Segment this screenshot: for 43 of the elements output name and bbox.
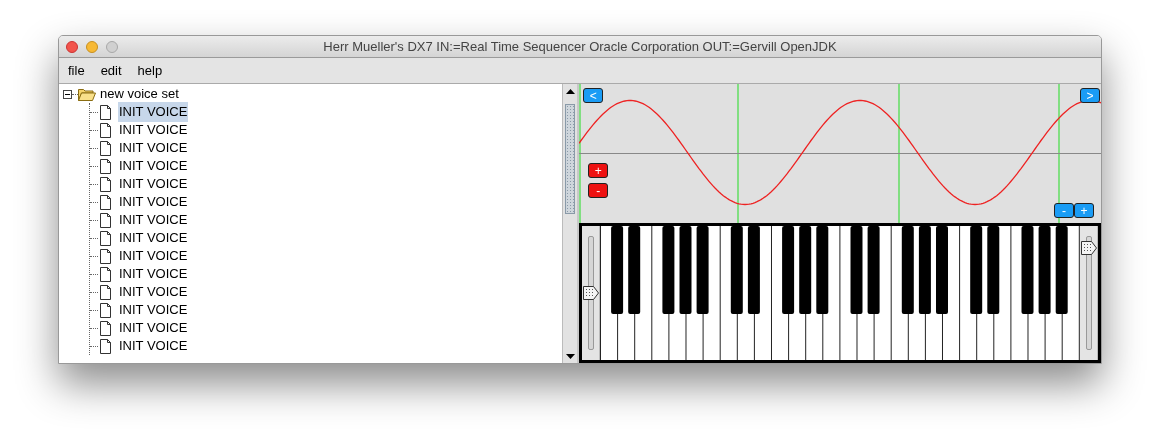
menu-item[interactable]: edit — [100, 60, 122, 81]
amplitude-down-button[interactable]: - — [588, 183, 609, 198]
tree-item[interactable]: INIT VOICE — [118, 228, 189, 248]
tree-item[interactable]: INIT VOICE — [118, 246, 189, 266]
scroll-thumb[interactable] — [565, 104, 576, 214]
document-icon — [100, 158, 111, 174]
tree-item[interactable]: INIT VOICE — [118, 156, 189, 176]
document-icon — [100, 140, 111, 156]
amplitude-up-button[interactable]: + — [588, 163, 609, 178]
menu-item[interactable]: file — [68, 60, 85, 81]
tree-item[interactable]: INIT VOICE — [118, 300, 189, 320]
tree-item[interactable]: INIT VOICE — [118, 318, 189, 338]
folder-icon — [78, 87, 96, 101]
close-button[interactable] — [66, 41, 78, 53]
document-icon — [100, 212, 111, 228]
slider-thumb[interactable] — [582, 286, 599, 300]
window-title: Herr Mueller's DX7 IN:=Real Time Sequencer Oracle Corporation OUT:=Gervill OpenJDK — [323, 37, 837, 56]
collapse-icon[interactable] — [63, 89, 72, 99]
document-icon — [100, 230, 111, 246]
slider-thumb[interactable] — [1080, 241, 1097, 256]
document-icon — [100, 176, 111, 192]
tree-root-label[interactable]: new voice set — [100, 84, 179, 104]
tree-item[interactable]: INIT VOICE — [118, 174, 189, 194]
document-icon — [100, 194, 111, 210]
document-icon — [100, 302, 111, 318]
tree-item[interactable]: INIT VOICE — [118, 282, 189, 302]
tree-item[interactable]: INIT VOICE — [118, 336, 189, 356]
tree-item[interactable]: INIT VOICE — [118, 210, 189, 230]
tree-item[interactable]: INIT VOICE — [118, 192, 189, 212]
document-icon — [100, 248, 111, 264]
document-icon — [100, 338, 111, 354]
document-icon — [100, 122, 111, 138]
tree-item[interactable]: INIT VOICE — [118, 102, 189, 122]
document-icon — [100, 320, 111, 336]
scroll-bar[interactable] — [562, 84, 578, 363]
tree-item[interactable]: INIT VOICE — [118, 138, 189, 158]
tree-item[interactable]: INIT VOICE — [118, 264, 189, 284]
document-icon — [100, 284, 111, 300]
menu-item[interactable]: help — [137, 60, 163, 81]
document-icon — [100, 266, 111, 282]
tree-item[interactable]: INIT VOICE — [118, 120, 189, 140]
piano-keyboard[interactable] — [600, 226, 1080, 360]
document-icon — [100, 104, 111, 120]
